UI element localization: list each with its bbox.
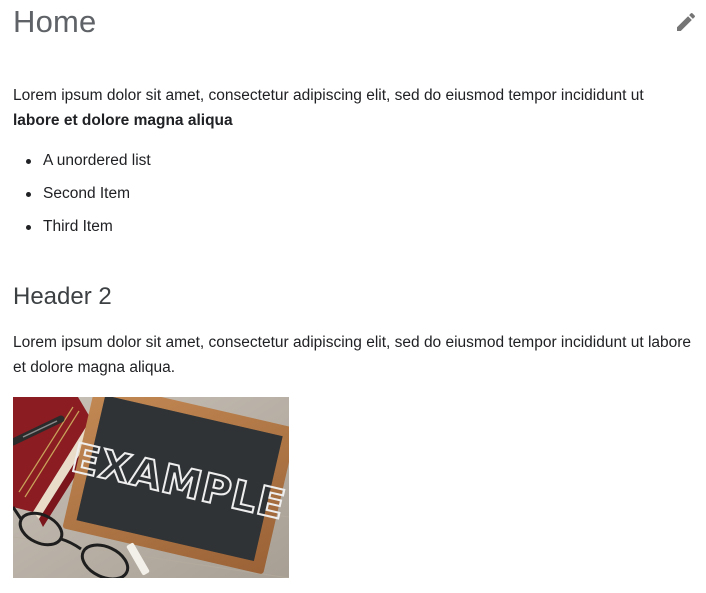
intro-bold-text: labore et dolore magna aliqua: [13, 111, 233, 129]
bullet-icon: [26, 192, 31, 197]
list-item: Second Item: [13, 182, 151, 215]
section-paragraph: Lorem ipsum dolor sit amet, consectetur …: [13, 334, 692, 376]
chalkboard-photo: EXAMPLE: [13, 397, 289, 578]
intro-paragraph: Lorem ipsum dolor sit amet, consectetur …: [13, 84, 693, 133]
page: Home Lorem ipsum dolor sit amet, consect…: [0, 0, 706, 593]
example-image: EXAMPLE: [13, 397, 289, 578]
section-heading: Header 2: [13, 283, 112, 310]
list-item-label: Third Item: [43, 218, 113, 235]
bullet-icon: [26, 225, 31, 230]
intro-text: Lorem ipsum dolor sit amet, consectetur …: [13, 87, 644, 104]
unordered-list: A unordered list Second Item Third Item: [13, 149, 151, 248]
list-item-label: A unordered list: [43, 152, 151, 169]
bullet-icon: [26, 159, 31, 164]
page-title: Home: [13, 4, 97, 39]
edit-button[interactable]: [674, 10, 698, 34]
list-item: A unordered list: [13, 149, 151, 182]
list-item: Third Item: [13, 215, 151, 248]
list-item-label: Second Item: [43, 185, 131, 202]
pencil-icon: [677, 12, 696, 32]
